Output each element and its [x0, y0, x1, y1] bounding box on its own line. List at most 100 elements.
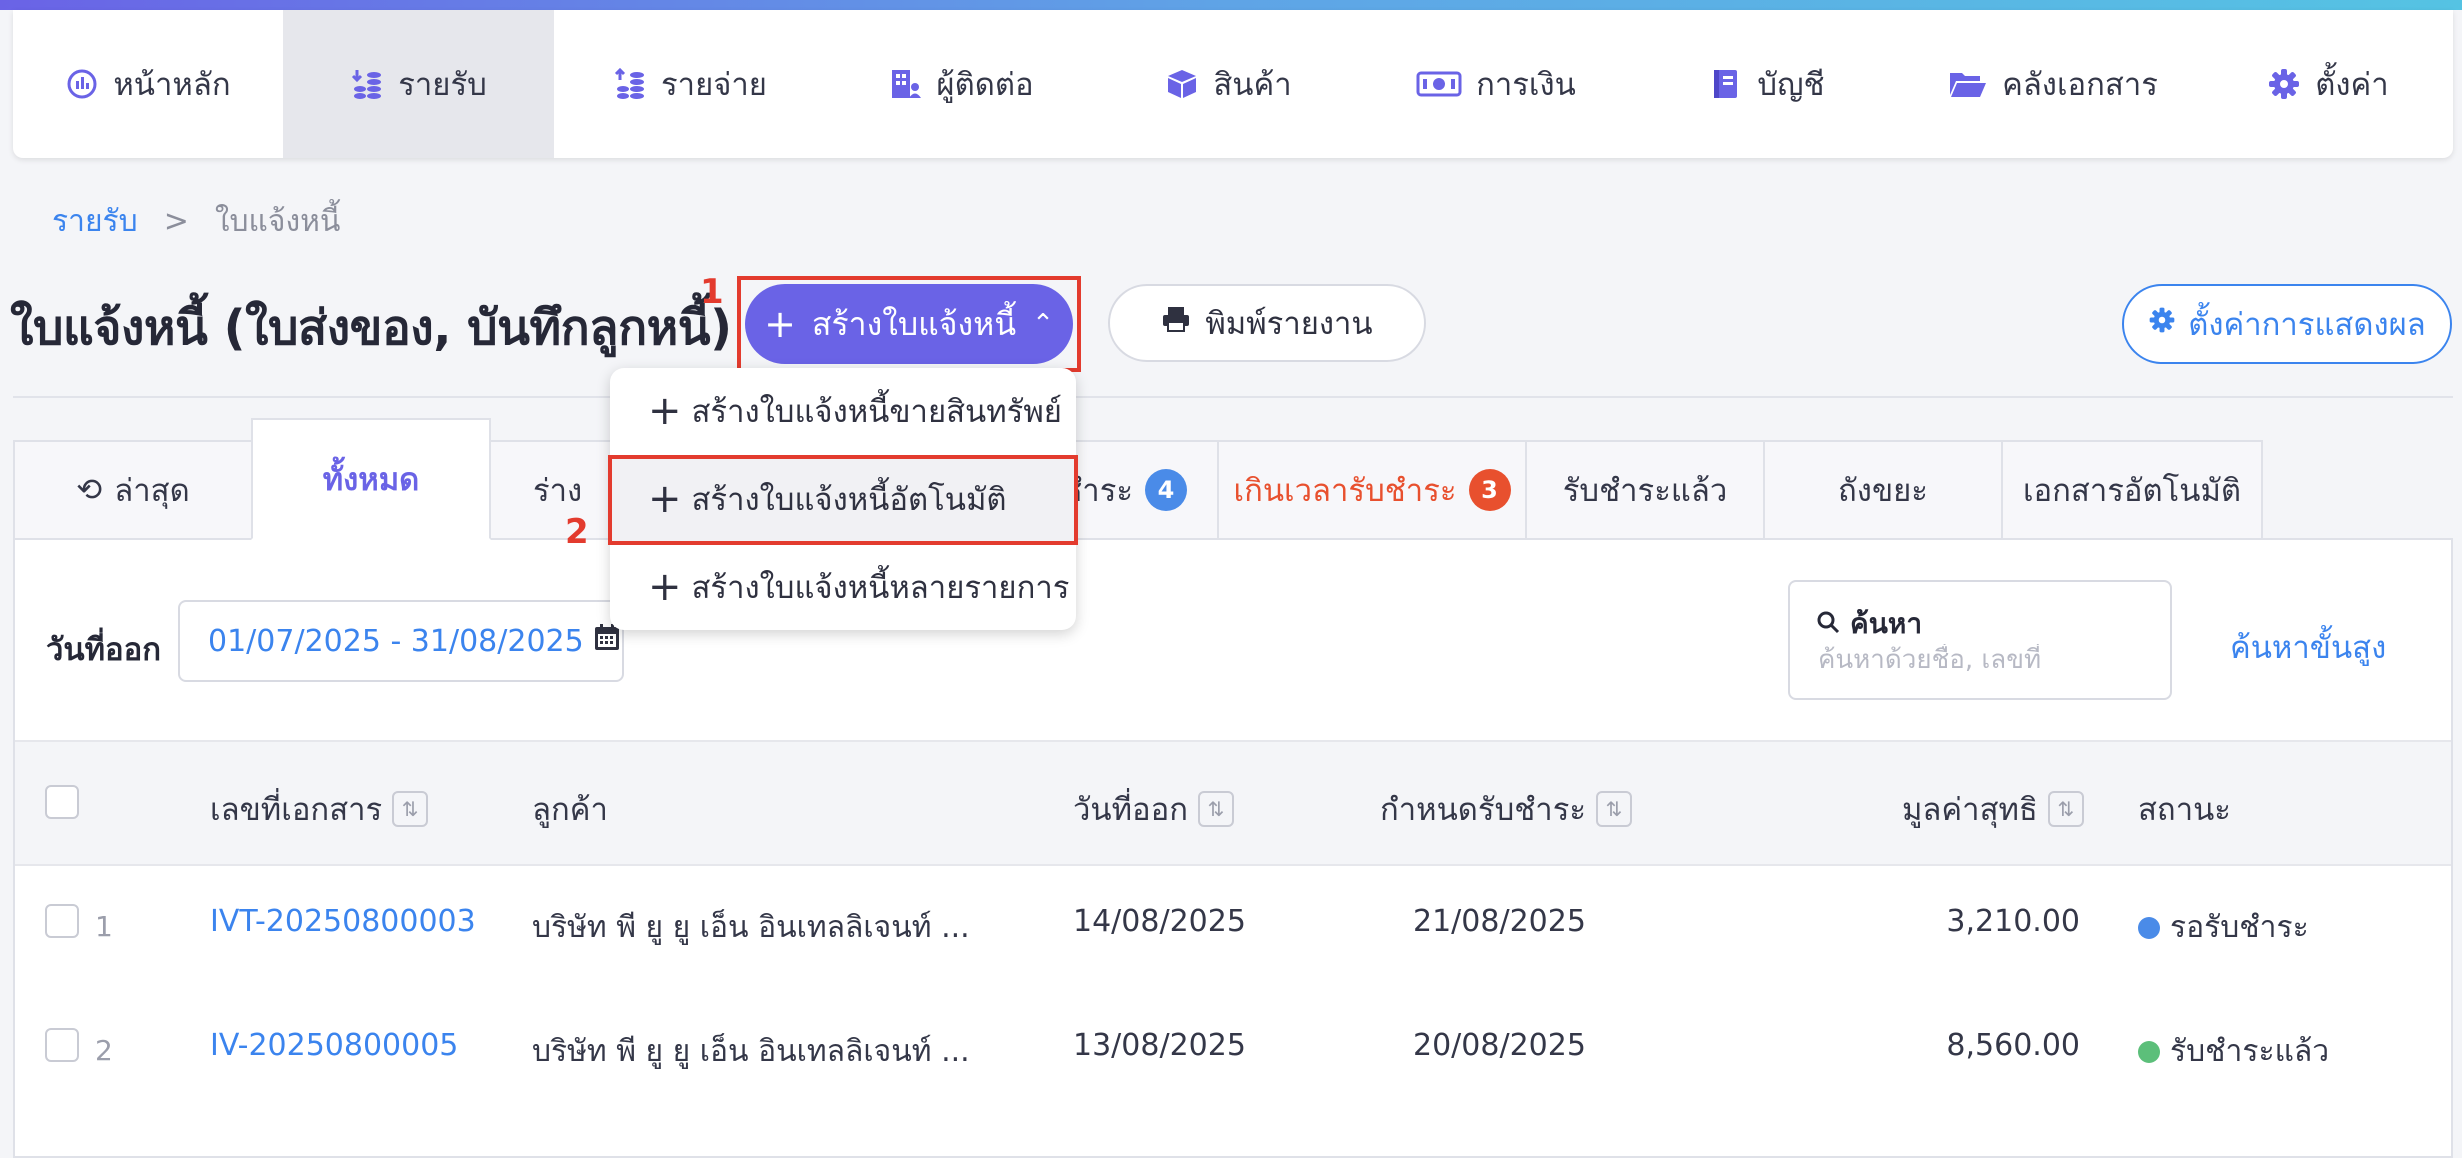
divider	[13, 396, 2453, 398]
column-header-net-amount[interactable]: มูลค่าสุทธิ ⇅	[1902, 784, 2084, 834]
menu-item-label: สร้างใบแจ้งหนี้หลายรายการ	[691, 570, 1070, 606]
nav-item-finance[interactable]: การเงิน	[1361, 10, 1631, 158]
gear-icon	[2148, 306, 2176, 342]
folder-open-icon	[1948, 67, 1988, 101]
breadcrumb: รายรับ > ใบแจ้งหนี้	[52, 198, 340, 245]
row-checkbox[interactable]	[45, 904, 79, 938]
display-settings-button[interactable]: ตั้งค่าการแสดงผล	[2122, 284, 2452, 364]
search-box: ค้นหา	[1788, 580, 2172, 700]
row-checkbox[interactable]	[45, 1028, 79, 1062]
column-header-customer: ลูกค้า	[532, 784, 608, 834]
date-range-value: 01/07/2025 - 31/08/2025	[208, 623, 584, 659]
nav-item-home[interactable]: หน้าหลัก	[13, 10, 283, 158]
status-dot	[2138, 916, 2160, 939]
tab-label: ทั้งหมด	[322, 462, 420, 498]
advanced-search-link[interactable]: ค้นหาขั้นสูง	[2230, 622, 2386, 672]
search-label-row: ค้นหา	[1816, 602, 1922, 646]
net-amount: 8,560.00	[1946, 1028, 2080, 1063]
annotation-number-2: 2	[565, 512, 589, 552]
column-label: สถานะ	[2138, 792, 2231, 828]
menu-item-create-asset-invoice[interactable]: + สร้างใบแจ้งหนี้ขายสินทรัพย์	[610, 368, 1076, 454]
nav-label: รายรับ	[398, 67, 487, 103]
sort-icon[interactable]: ⇅	[1596, 791, 1633, 827]
column-header-issue-date[interactable]: วันที่ออก ⇅	[1073, 784, 1235, 834]
expense-coins-icon	[613, 67, 647, 101]
column-header-due-date[interactable]: กำหนดรับชำระ ⇅	[1380, 784, 1633, 834]
nav-label: หน้าหลัก	[113, 67, 231, 103]
status-badge: รอรับชำระ	[2138, 904, 2309, 951]
product-box-icon	[1165, 67, 1199, 101]
nav-label: บัญชี	[1757, 67, 1825, 103]
nav-item-contacts[interactable]: ผู้ติดต่อ	[826, 10, 1096, 158]
print-report-label: พิมพ์รายงาน	[1205, 306, 1373, 342]
nav-label: คลังเอกสาร	[2002, 67, 2158, 103]
date-range-picker[interactable]: 01/07/2025 - 31/08/2025	[178, 600, 624, 682]
sort-icon[interactable]: ⇅	[1198, 791, 1235, 827]
nav-item-income[interactable]: รายรับ	[283, 10, 554, 158]
income-coins-icon	[350, 67, 384, 101]
doc-number-link[interactable]: IVT-20250800003	[210, 904, 476, 939]
display-settings-label: ตั้งค่าการแสดงผล	[2188, 307, 2426, 343]
tab-auto-documents[interactable]: เอกสารอัตโนมัติ	[2001, 440, 2263, 540]
tab-label: ล่าสุด	[114, 473, 190, 509]
customer-name: บริษัท พี ยู ยู เอ็น อินเทลลิเจนท์ ...	[532, 910, 970, 945]
nav-item-settings[interactable]: ตั้งค่า	[2203, 10, 2453, 158]
page-title: ใบแจ้งหนี้ (ใบส่งของ, บันทึกลูกหนี้)	[10, 300, 732, 356]
net-amount: 3,210.00	[1946, 904, 2080, 939]
column-label: ลูกค้า	[532, 792, 608, 828]
tab-all[interactable]: ทั้งหมด	[251, 418, 491, 540]
tab-latest[interactable]: ⟲ ล่าสุด	[13, 440, 253, 540]
doc-number-link[interactable]: IV-20250800005	[210, 1028, 458, 1063]
top-accent-bar	[0, 0, 2462, 10]
plus-icon: +	[648, 564, 682, 610]
highlight-box-create-button	[737, 276, 1081, 372]
select-all-checkbox[interactable]	[45, 785, 79, 819]
printer-icon	[1161, 305, 1191, 341]
plus-icon: +	[648, 388, 682, 434]
due-date: 21/08/2025	[1413, 904, 1586, 939]
column-label: วันที่ออก	[1073, 792, 1189, 828]
money-icon	[1416, 67, 1462, 101]
issue-date: 13/08/2025	[1073, 1028, 1246, 1063]
tab-overdue[interactable]: เกินเวลารับชำระ 3	[1217, 440, 1527, 540]
sort-icon[interactable]: ⇅	[392, 791, 429, 827]
nav-label: สินค้า	[1213, 67, 1292, 103]
status-tabs: ⟲ ล่าสุด ทั้งหมด ร่าง ชำระ 4 เกินเวลารับ…	[13, 418, 2263, 540]
issue-date-label: วันที่ออก	[46, 632, 162, 668]
nav-item-products[interactable]: สินค้า	[1096, 10, 1361, 158]
nav-label: ตั้งค่า	[2315, 67, 2389, 103]
menu-item-label: สร้างใบแจ้งหนี้ขายสินทรัพย์	[691, 394, 1062, 430]
top-navigation: หน้าหลัก รายรับ รายจ่าย ผู้ติดต่อ สินค้า…	[13, 10, 2453, 158]
status-badge: รับชำระแล้ว	[2138, 1028, 2329, 1075]
count-badge: 4	[1145, 469, 1187, 511]
print-report-button[interactable]: พิมพ์รายงาน	[1108, 284, 1426, 362]
tab-label: ร่าง	[533, 473, 583, 509]
tab-paid[interactable]: รับชำระแล้ว	[1525, 440, 1765, 540]
search-icon	[1816, 608, 1840, 641]
column-label: มูลค่าสุทธิ	[1902, 792, 2038, 828]
breadcrumb-current: ใบแจ้งหนี้	[214, 204, 341, 239]
sort-icon[interactable]: ⇅	[2047, 791, 2084, 827]
tab-label: เอกสารอัตโนมัติ	[2022, 473, 2242, 509]
status-label: รอรับชำระ	[2170, 910, 2309, 945]
nav-item-expense[interactable]: รายจ่าย	[554, 10, 826, 158]
column-label: เลขที่เอกสาร	[210, 792, 383, 828]
column-label: กำหนดรับชำระ	[1380, 792, 1587, 828]
column-header-doc-no[interactable]: เลขที่เอกสาร ⇅	[210, 784, 429, 834]
status-label: รับชำระแล้ว	[2170, 1034, 2330, 1069]
row-number: 2	[95, 1034, 113, 1067]
nav-item-documents[interactable]: คลังเอกสาร	[1903, 10, 2203, 158]
breadcrumb-parent-link[interactable]: รายรับ	[52, 198, 138, 245]
tab-trash[interactable]: ถังขยะ	[1763, 440, 2003, 540]
search-input[interactable]	[1816, 644, 2150, 676]
tab-label: เกินเวลารับชำระ	[1233, 473, 1457, 509]
menu-item-create-multiple-invoices[interactable]: + สร้างใบแจ้งหนี้หลายรายการ	[610, 544, 1076, 630]
contacts-building-icon	[888, 67, 922, 101]
nav-label: การเงิน	[1476, 67, 1576, 103]
breadcrumb-separator: >	[163, 204, 189, 239]
issue-date: 14/08/2025	[1073, 904, 1246, 939]
nav-item-accounting[interactable]: บัญชี	[1631, 10, 1903, 158]
customer-name: บริษัท พี ยู ยู เอ็น อินเทลลิเจนท์ ...	[532, 1034, 970, 1069]
tab-label: รับชำระแล้ว	[1562, 473, 1728, 509]
nav-label: รายจ่าย	[661, 67, 767, 103]
